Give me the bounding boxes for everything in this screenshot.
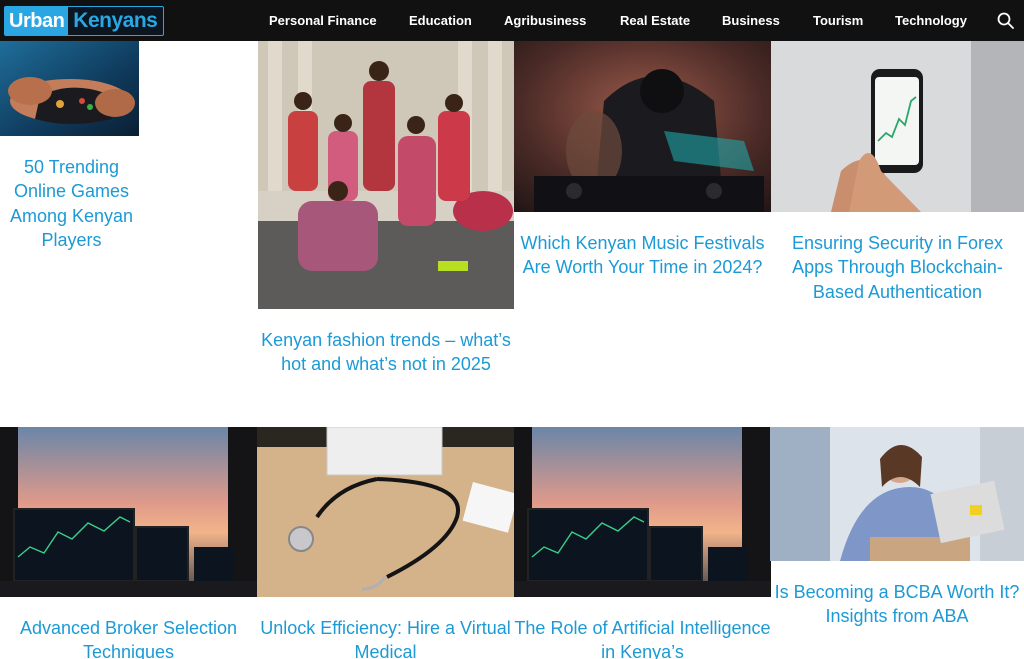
woman-laptop-writing-photo[interactable] [770, 427, 1024, 561]
nav-real-estate[interactable]: Real Estate [620, 13, 690, 28]
search-icon[interactable] [996, 11, 1016, 31]
stethoscope-desk-photo[interactable] [257, 427, 514, 597]
article-title[interactable]: Is Becoming a BCBA Worth It? Insights fr… [770, 580, 1024, 629]
article-title[interactable]: Ensuring Security in Forex Apps Through … [771, 231, 1024, 304]
nav-technology[interactable]: Technology [895, 13, 967, 28]
nav-personal-finance[interactable]: Personal Finance [269, 13, 377, 28]
nav-tourism[interactable]: Tourism [813, 13, 863, 28]
trading-monitors-sunset-photo[interactable] [514, 427, 771, 597]
nav-agribusiness[interactable]: Agribusiness [504, 13, 586, 28]
article-title[interactable]: 50 Trending Online Games Among Kenyan Pl… [0, 155, 143, 252]
article-title[interactable]: Advanced Broker Selection Techniques [0, 616, 257, 659]
logo-kenyans-text: Kenyans [73, 9, 158, 32]
nav-education[interactable]: Education [409, 13, 472, 28]
site-logo[interactable]: Urban Kenyans [4, 6, 164, 36]
fashion-group-photo[interactable] [258, 41, 514, 309]
article-title[interactable]: Kenyan fashion trends – what’s hot and w… [258, 328, 514, 377]
article-title[interactable]: Which Kenyan Music Festivals Are Worth Y… [514, 231, 771, 280]
article-title[interactable]: The Role of Artificial Intelligence in K… [514, 616, 771, 659]
nav-business[interactable]: Business [722, 13, 780, 28]
phone-forex-chart-photo[interactable] [771, 41, 1024, 212]
dj-festival-photo[interactable] [514, 41, 771, 212]
gamer-controller-photo[interactable] [0, 41, 139, 136]
trading-monitors-sunset-photo[interactable] [0, 427, 257, 597]
logo-urban-text: Urban [5, 7, 69, 35]
site-header: Urban Kenyans Personal Finance Education… [0, 0, 1024, 41]
article-title[interactable]: Unlock Efficiency: Hire a Virtual Medica… [257, 616, 514, 659]
